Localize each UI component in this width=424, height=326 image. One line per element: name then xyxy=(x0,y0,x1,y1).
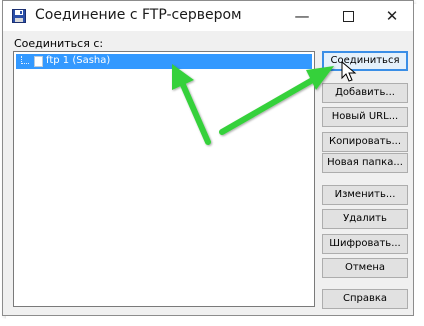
minimize-button[interactable]: — xyxy=(279,1,325,31)
add-button[interactable]: Добавить... xyxy=(322,83,408,103)
title-bar: Соединение с FTP-сервером — ✕ xyxy=(3,1,413,31)
minimize-icon: — xyxy=(294,7,310,25)
connect-button[interactable]: Соединиться xyxy=(322,51,408,71)
delete-button[interactable]: Удалить xyxy=(322,209,408,229)
list-item-label: ftp 1 (Sasha) xyxy=(46,55,111,66)
window-title: Соединение с FTP-сервером xyxy=(35,7,242,23)
close-button[interactable]: ✕ xyxy=(369,1,415,31)
list-item[interactable]: ftp 1 (Sasha) xyxy=(16,54,312,69)
cancel-button[interactable]: Отмена xyxy=(322,258,408,278)
help-button[interactable]: Справка xyxy=(322,289,408,309)
new-url-button[interactable]: Новый URL... xyxy=(322,107,408,127)
floppy-disk-icon xyxy=(12,9,26,23)
edit-button[interactable]: Изменить... xyxy=(322,185,408,205)
maximize-button[interactable] xyxy=(325,1,371,31)
encrypt-button[interactable]: Шифровать... xyxy=(322,234,408,254)
close-icon: ✕ xyxy=(385,7,399,25)
new-folder-button[interactable]: Новая папка... xyxy=(322,153,408,173)
tree-line-icon xyxy=(21,56,29,64)
connect-to-label: Соединиться с: xyxy=(14,37,104,50)
ftp-connect-dialog: Соединение с FTP-сервером — ✕ Соединитьс… xyxy=(2,0,414,316)
ftp-server-icon xyxy=(34,56,43,67)
copy-button[interactable]: Копировать... xyxy=(322,132,408,152)
maximize-icon xyxy=(342,11,354,22)
server-list[interactable]: ftp 1 (Sasha) xyxy=(13,51,315,307)
